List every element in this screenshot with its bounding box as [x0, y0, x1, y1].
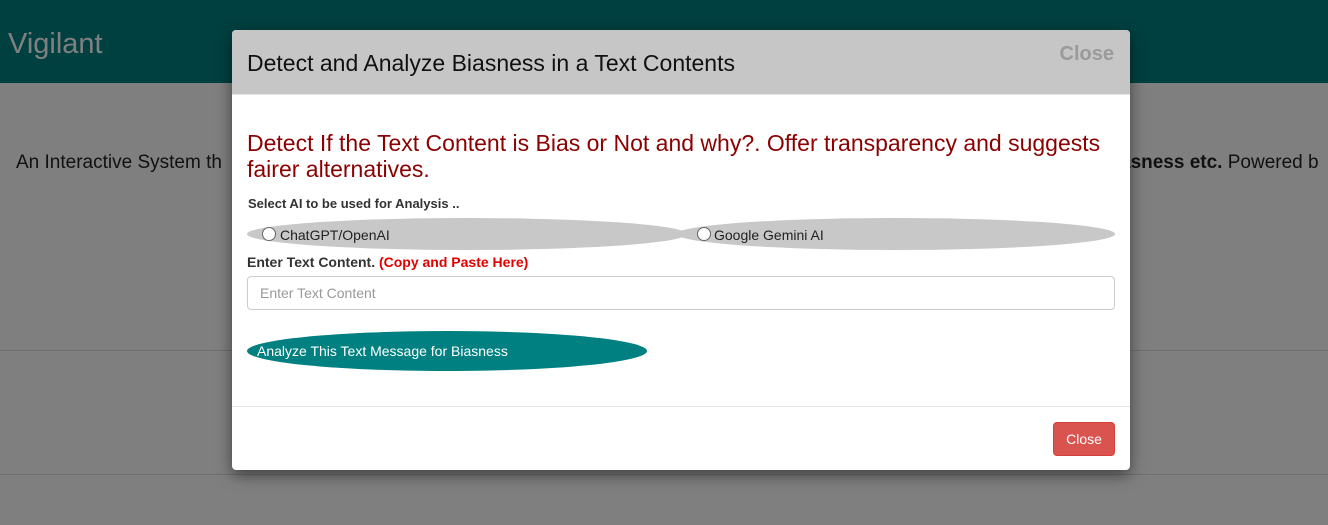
radio-button-chatgpt[interactable]	[262, 227, 276, 241]
select-ai-label: Select AI to be used for Analysis ..	[248, 196, 460, 211]
text-content-hint: (Copy and Paste Here)	[378, 254, 529, 270]
modal-title: Detect and Analyze Biasness in a Text Co…	[247, 50, 735, 76]
header-close-button[interactable]: Close	[1060, 43, 1114, 66]
radio-button-gemini[interactable]	[697, 227, 711, 241]
radio-option-gemini[interactable]: Google Gemini AI	[677, 218, 1115, 250]
modal-header: Detect and Analyze Biasness in a Text Co…	[232, 30, 1130, 95]
text-content-label: Enter Text Content. (Copy and Paste Here…	[247, 254, 528, 270]
radio-label-gemini[interactable]: Google Gemini AI	[714, 227, 824, 243]
modal-footer-divider	[232, 406, 1130, 407]
footer-close-button[interactable]: Close	[1053, 422, 1115, 456]
bias-analysis-modal: Detect and Analyze Biasness in a Text Co…	[232, 30, 1130, 470]
radio-option-chatgpt[interactable]: ChatGPT/OpenAI	[247, 218, 687, 250]
text-content-input[interactable]	[247, 276, 1115, 310]
modal-lead-text: Detect If the Text Content is Bias or No…	[247, 130, 1101, 182]
radio-label-chatgpt[interactable]: ChatGPT/OpenAI	[280, 227, 390, 243]
analyze-button[interactable]: Analyze This Text Message for Biasness	[247, 331, 647, 371]
text-content-label-main: Enter Text Content.	[247, 254, 376, 270]
